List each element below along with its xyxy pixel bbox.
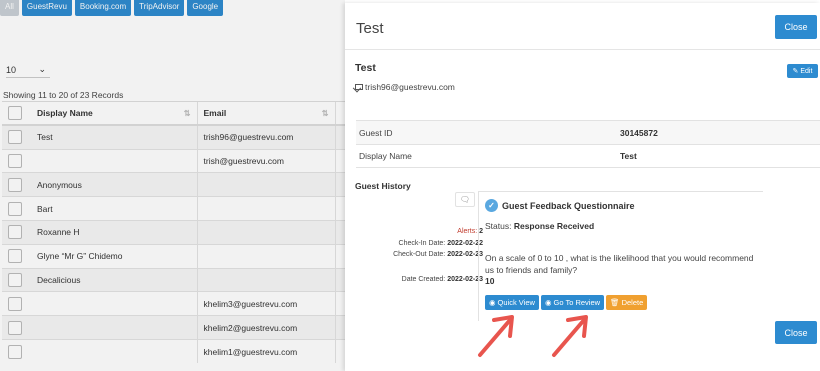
checkin-line: Check-In Date: 2022-02-22 bbox=[399, 240, 483, 247]
info-value: Test bbox=[620, 151, 637, 161]
annotation-arrow-quick-view bbox=[478, 315, 514, 357]
eye-icon: ◉ bbox=[544, 298, 552, 307]
edit-button[interactable]: ✎ Edit bbox=[787, 64, 818, 78]
envelope-icon bbox=[355, 84, 363, 90]
go-to-review-label: Go To Review bbox=[553, 298, 601, 307]
info-row-display-name: Display Name Test bbox=[356, 144, 820, 168]
quick-view-label: Quick View bbox=[497, 298, 535, 307]
eye-icon: ◉ bbox=[489, 298, 496, 307]
trash-icon: 🗑 bbox=[610, 298, 620, 307]
question-text: On a scale of 0 to 10 , what is the like… bbox=[485, 253, 754, 275]
delete-label: Delete bbox=[621, 298, 644, 307]
guest-name: Test bbox=[355, 62, 376, 74]
pencil-icon: ✎ bbox=[792, 68, 799, 75]
alerts-value: 2 bbox=[479, 228, 483, 235]
guest-history-title: Guest History bbox=[355, 181, 411, 191]
checkout-label: Check-Out Date: bbox=[393, 251, 446, 258]
close-button-bottom[interactable]: Close bbox=[775, 321, 817, 344]
close-button[interactable]: Close bbox=[775, 15, 817, 39]
divider bbox=[345, 49, 820, 50]
info-key: Guest ID bbox=[359, 127, 393, 138]
modal-backdrop[interactable] bbox=[0, 0, 345, 371]
checkin-label: Check-In Date: bbox=[398, 240, 446, 247]
status-label: Status: bbox=[485, 221, 512, 231]
card-border bbox=[478, 191, 763, 192]
questionnaire-icon: ✓ bbox=[485, 199, 498, 212]
guest-info-table: Guest ID 30145872 Display Name Test bbox=[356, 120, 820, 168]
questionnaire-title: ✓ Guest Feedback Questionnaire bbox=[485, 199, 635, 212]
quick-view-button[interactable]: ◉ Quick View bbox=[485, 295, 539, 310]
questionnaire-title-text: Guest Feedback Questionnaire bbox=[502, 200, 635, 211]
timeline-line bbox=[478, 191, 479, 321]
reviews-page: All GuestRevu Booking.com TripAdvisor Go… bbox=[0, 0, 345, 371]
edit-label: Edit bbox=[800, 67, 813, 75]
answer-text: 10 bbox=[485, 276, 495, 286]
status-line: Status: Response Received bbox=[485, 221, 594, 231]
annotation-arrow-go-to-review bbox=[552, 315, 588, 357]
status-value: Response Received bbox=[513, 221, 595, 231]
info-value: 30145872 bbox=[620, 127, 658, 138]
alerts-line: Alerts: 2 bbox=[457, 228, 483, 235]
go-to-review-button[interactable]: ◉ Go To Review bbox=[540, 295, 605, 310]
guest-email-text: trish96@guestrevu.com bbox=[365, 82, 455, 92]
alerts-label: Alerts: bbox=[457, 228, 478, 235]
delete-button[interactable]: 🗑 Delete bbox=[606, 295, 648, 310]
created-label: Date Created: bbox=[401, 276, 446, 283]
created-line: Date Created: 2022-02-23 bbox=[402, 276, 483, 283]
guest-email: trish96@guestrevu.com bbox=[355, 82, 455, 92]
panel-title: Test bbox=[356, 20, 384, 37]
comment-icon[interactable]: 🗨 bbox=[455, 192, 475, 207]
info-key: Display Name bbox=[359, 151, 412, 161]
review-actions: ◉ Quick View ◉ Go To Review 🗑 Delete bbox=[485, 295, 648, 310]
info-row-guest-id: Guest ID 30145872 bbox=[356, 120, 820, 144]
checkout-line: Check-Out Date: 2022-02-23 bbox=[393, 251, 483, 258]
